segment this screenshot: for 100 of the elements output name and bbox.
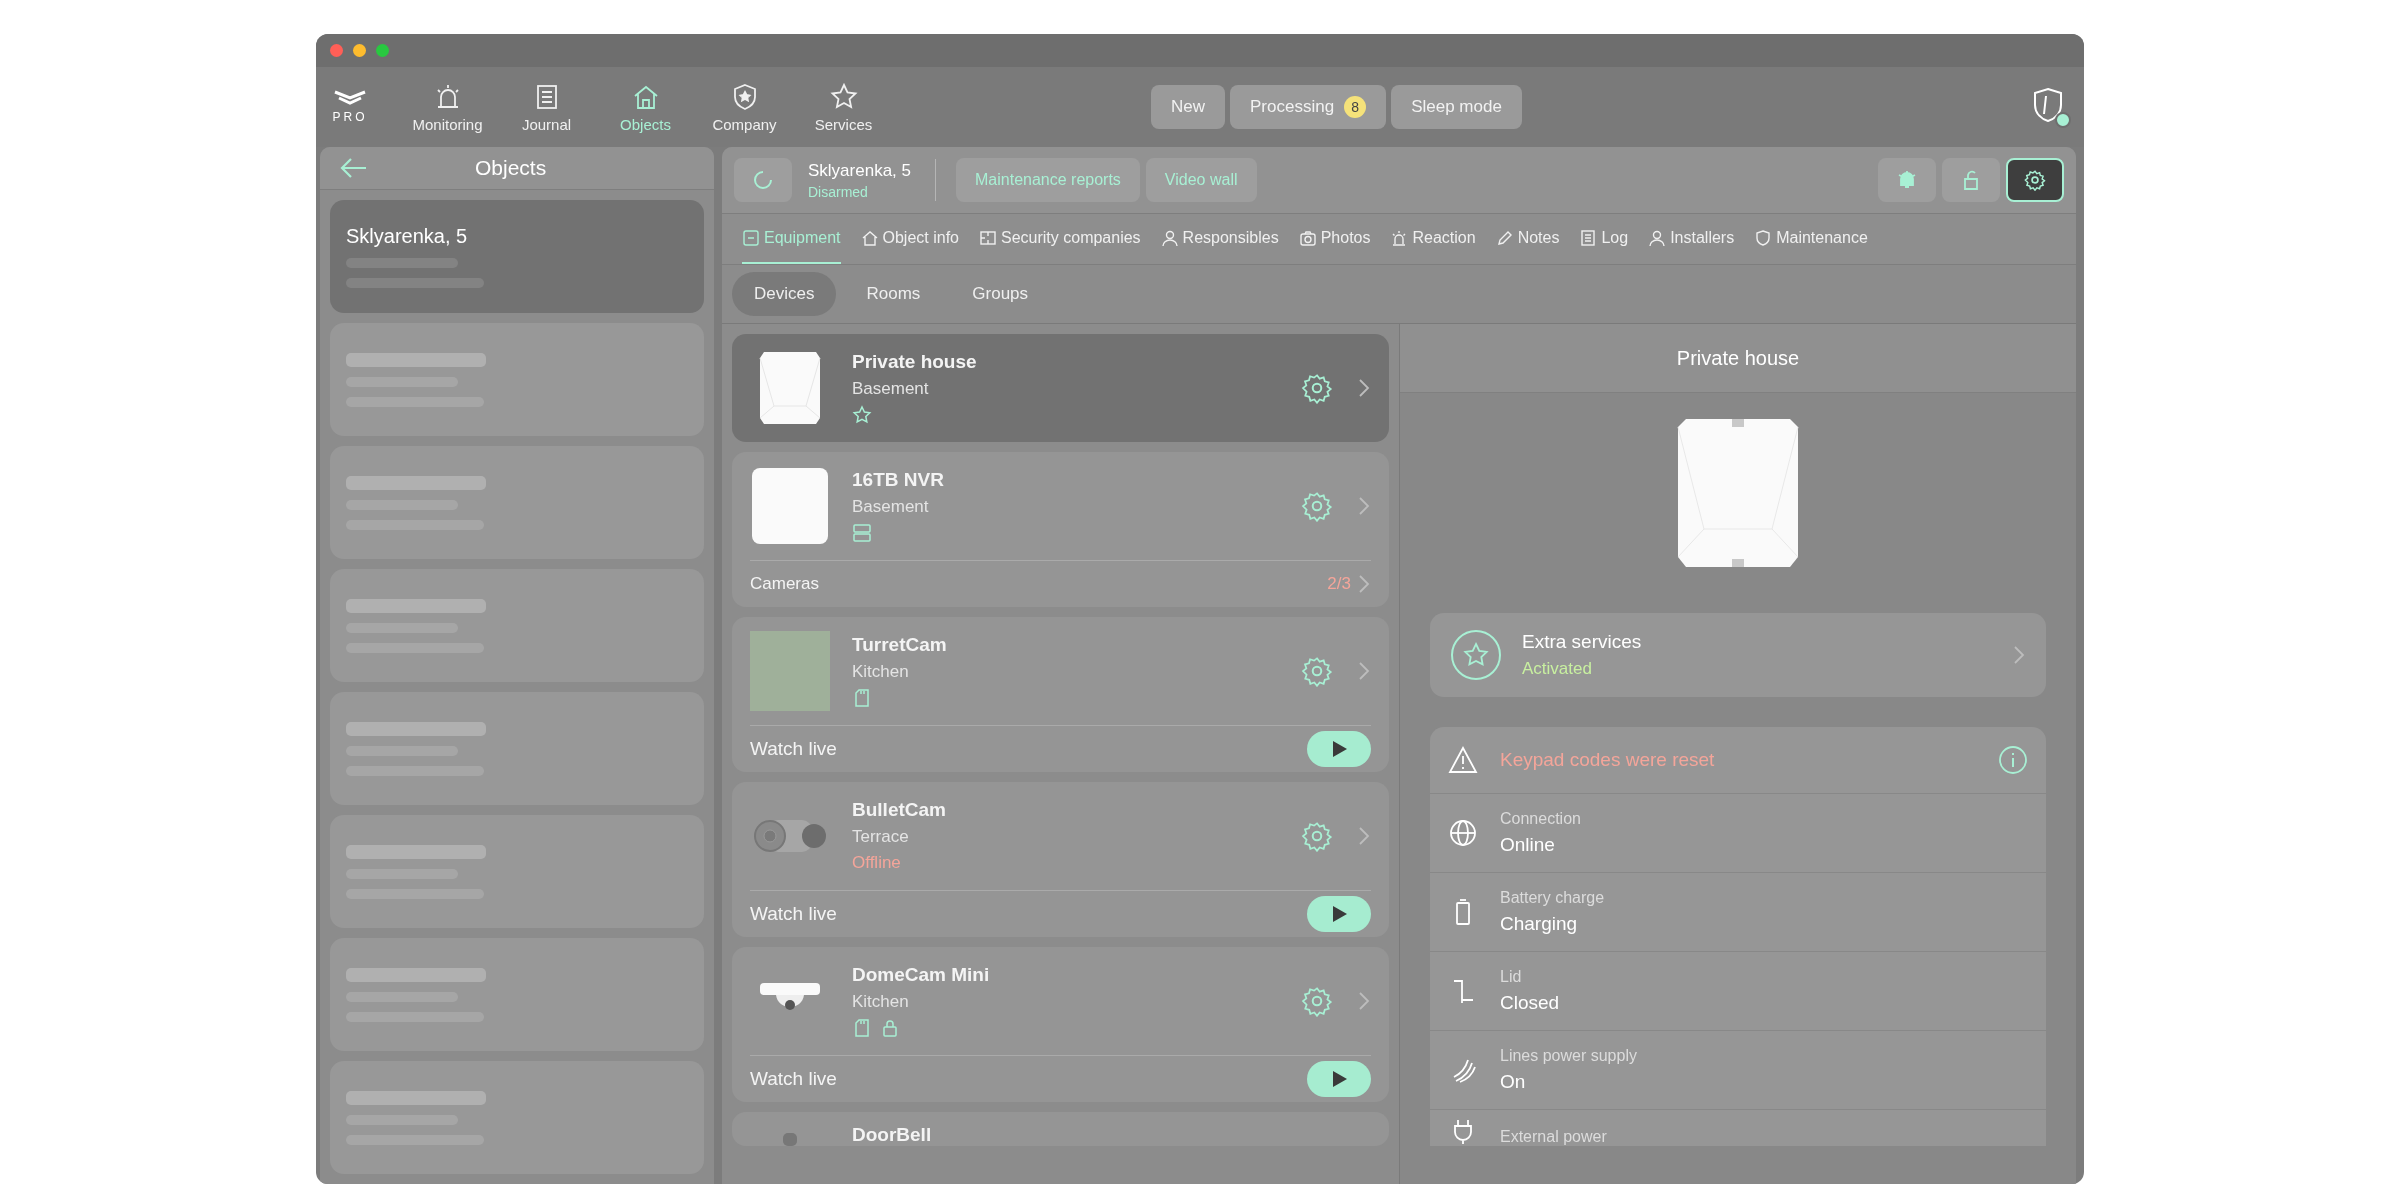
window-control[interactable] <box>376 44 389 57</box>
object-card[interactable] <box>330 692 704 805</box>
status-filter-button[interactable]: New <box>1151 85 1225 129</box>
tab[interactable]: Installers <box>1648 214 1735 264</box>
camera-count: 2/3 <box>1327 574 1351 594</box>
detail-title: Private house <box>1400 324 2076 393</box>
object-card[interactable] <box>330 1061 704 1174</box>
extra-services-card[interactable]: Extra services Activated <box>1430 613 2046 697</box>
logo-text: PRO <box>332 110 368 124</box>
header-button[interactable]: Maintenance reports <box>956 158 1140 202</box>
tab[interactable]: Security companies <box>979 214 1141 264</box>
chevron-right-icon[interactable] <box>1357 573 1371 595</box>
device-card[interactable]: DoorBell <box>732 1112 1389 1146</box>
refresh-button[interactable] <box>734 158 792 202</box>
tab[interactable]: Object info <box>860 214 959 264</box>
status-value: On <box>1500 1071 1527 1093</box>
nav-item[interactable]: Journal <box>497 81 596 133</box>
lock-icon <box>880 1018 900 1038</box>
panel-title: Objects <box>475 156 547 180</box>
refresh-icon <box>752 169 774 191</box>
shield-icon <box>1754 229 1773 247</box>
settings-icon[interactable] <box>1301 372 1333 404</box>
minus-square-icon <box>742 229 760 247</box>
settings-icon[interactable] <box>1301 490 1333 522</box>
device-room: Basement <box>852 497 930 517</box>
tab[interactable]: Responsibles <box>1160 214 1279 264</box>
object-card[interactable] <box>330 815 704 928</box>
object-name: Sklyarenka, 5 <box>346 225 469 248</box>
settings-button[interactable] <box>2006 158 2064 202</box>
frame-icon <box>979 229 997 247</box>
logo-icon <box>333 90 367 106</box>
server-icon <box>852 523 872 543</box>
status-label: Connection <box>1500 810 1581 828</box>
object-card[interactable] <box>330 446 704 559</box>
status-value: Online <box>1500 834 1556 856</box>
nav-item[interactable]: Objects <box>596 81 695 133</box>
person-icon <box>1160 229 1179 247</box>
nav-item[interactable]: Company <box>695 81 794 133</box>
device-room: Kitchen <box>852 662 910 682</box>
chevron-right-icon[interactable] <box>1357 660 1371 682</box>
footer-label: Cameras <box>750 574 820 594</box>
camera-icon <box>1298 229 1317 247</box>
lock-button[interactable] <box>1942 158 2000 202</box>
device-card[interactable]: BulletCam Terrace Offline Watch live <box>732 782 1389 937</box>
device-room: Kitchen <box>852 992 910 1012</box>
bell-icon <box>1896 169 1918 191</box>
doorbell-drawing <box>780 1132 800 1146</box>
device-card[interactable]: DomeCam Mini Kitchen Watch live <box>732 947 1389 1102</box>
footer-label: Watch live <box>750 903 838 925</box>
window-control[interactable] <box>330 44 343 57</box>
play-button[interactable] <box>1307 896 1371 932</box>
person-icon <box>1648 229 1667 247</box>
nav-item[interactable]: Monitoring <box>398 81 497 133</box>
object-card[interactable]: Sklyarenka, 5 <box>330 200 704 313</box>
play-button[interactable] <box>1307 731 1371 767</box>
sub-tab[interactable]: Groups <box>950 272 1051 316</box>
sd-card-icon <box>852 1018 872 1038</box>
status-label: Battery charge <box>1500 889 1605 907</box>
info-icon[interactable] <box>1998 745 2028 775</box>
tab[interactable]: Log <box>1579 214 1629 264</box>
status-filter-button[interactable]: Sleep mode <box>1391 85 1522 129</box>
status-filter-button[interactable]: Processing 8 <box>1230 85 1387 129</box>
bell-button[interactable] <box>1878 158 1936 202</box>
footer-label: Watch live <box>750 738 838 760</box>
device-card[interactable]: TurretCam Kitchen Watch live <box>732 617 1389 772</box>
sub-tab[interactable]: Rooms <box>844 272 943 316</box>
device-name: DoorBell <box>852 1124 933 1146</box>
settings-icon[interactable] <box>1301 985 1333 1017</box>
chevron-right-icon <box>2012 644 2026 666</box>
device-name: Private house <box>852 351 978 373</box>
chevron-right-icon[interactable] <box>1357 825 1371 847</box>
status-label: Lines power supply <box>1500 1047 1637 1065</box>
settings-icon[interactable] <box>1301 820 1333 852</box>
tab[interactable]: Equipment <box>742 214 841 264</box>
chevron-right-icon[interactable] <box>1357 377 1371 399</box>
chevron-right-icon[interactable] <box>1357 990 1371 1012</box>
alert-message: Keypad codes were reset <box>1500 749 1716 771</box>
settings-icon[interactable] <box>1301 655 1333 687</box>
header-button[interactable]: Video wall <box>1145 158 1257 202</box>
nav-item[interactable]: Services <box>794 81 893 133</box>
extra-services-status: Activated <box>1522 659 1593 679</box>
shield-status-icon[interactable] <box>2032 86 2072 128</box>
device-card[interactable]: 16TB NVR Basement Cameras 2/3 <box>732 452 1389 607</box>
object-card[interactable] <box>330 323 704 436</box>
tab[interactable]: Notes <box>1495 214 1560 264</box>
count-badge: 8 <box>1344 96 1367 118</box>
list-icon <box>1579 229 1598 247</box>
status-label: Lid <box>1500 968 1523 986</box>
tab[interactable]: Reaction <box>1390 214 1476 264</box>
back-arrow-icon[interactable] <box>338 156 368 180</box>
object-card[interactable] <box>330 938 704 1051</box>
chevron-right-icon[interactable] <box>1357 495 1371 517</box>
device-card[interactable]: Private house Basement <box>732 334 1389 442</box>
sub-tab[interactable]: Devices <box>732 272 837 316</box>
window-control[interactable] <box>353 44 366 57</box>
object-card[interactable] <box>330 569 704 682</box>
tab[interactable]: Maintenance <box>1754 214 1868 264</box>
house-icon <box>860 229 879 247</box>
tab[interactable]: Photos <box>1298 214 1371 264</box>
play-button[interactable] <box>1307 1061 1371 1097</box>
